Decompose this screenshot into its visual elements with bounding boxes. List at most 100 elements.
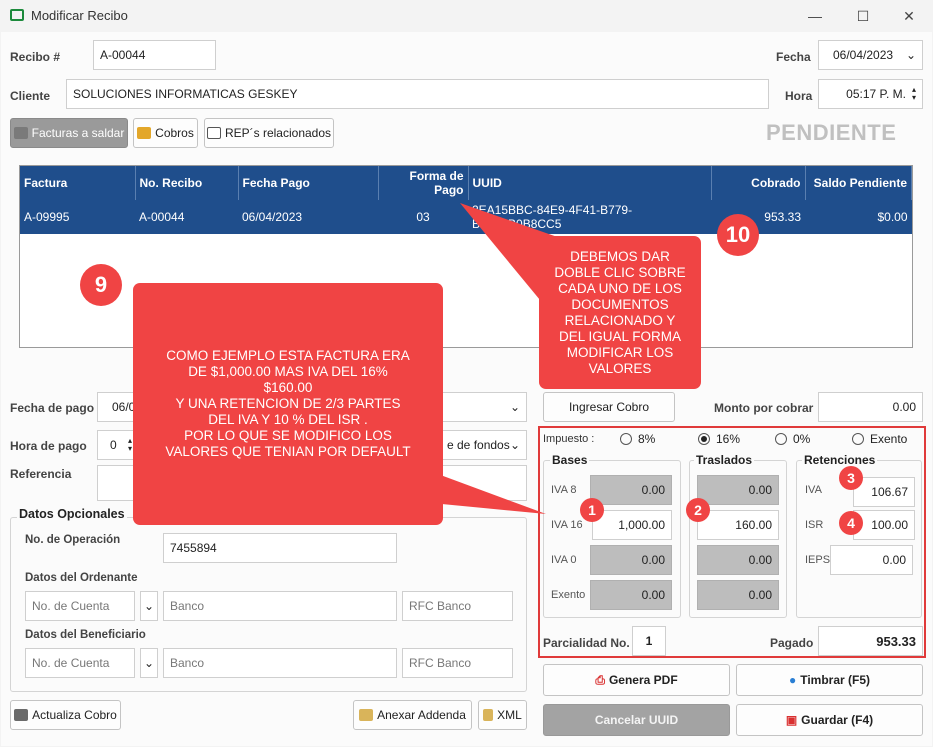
hora-pago-value: 0 xyxy=(110,438,117,452)
annotation-badge-1: 1 xyxy=(580,498,604,522)
column-header[interactable]: Factura xyxy=(20,166,136,200)
column-header[interactable]: Saldo Pendiente xyxy=(805,166,912,200)
table-row[interactable]: A-09995 A-00044 06/04/2023 03 2EA15BBC-8… xyxy=(20,200,912,234)
ordenante-label: Datos del Ordenante xyxy=(25,572,138,584)
base-label: IVA 0 xyxy=(551,554,577,566)
radio-0[interactable]: 0% xyxy=(775,432,810,446)
guardar-button[interactable]: ▣ Guardar (F4) xyxy=(736,704,923,736)
documents-table: Factura No. Recibo Fecha Pago Forma de P… xyxy=(20,166,912,234)
retenciones-title: Retenciones xyxy=(802,453,878,467)
chevron-down-icon[interactable]: ⌄ xyxy=(140,648,158,678)
recibo-label: Recibo # xyxy=(10,50,61,64)
bases-title: Bases xyxy=(550,453,590,467)
spinner-icon[interactable]: ▴ ▾ xyxy=(912,86,916,102)
fecha-pago-label: Fecha de pago xyxy=(10,401,95,415)
table-cell: 03 xyxy=(378,200,468,234)
callout-line: DOBLE CLIC SOBRE xyxy=(554,264,686,280)
recibo-input[interactable]: A-00044 xyxy=(93,40,216,70)
document-icon xyxy=(359,709,374,721)
timbrar-label: Timbrar (F5) xyxy=(800,673,871,687)
cobros-label: Cobros xyxy=(155,126,194,140)
operacion-label: No. de Operación xyxy=(25,534,121,546)
datos-opcionales-title: Datos Opcionales xyxy=(17,507,127,521)
hora-input[interactable]: 05:17 P. M. ▴ ▾ xyxy=(818,79,923,109)
chevron-down-icon[interactable]: ⌄ xyxy=(510,438,520,452)
callout-line: VALORES QUE TENIAN POR DEFAULT xyxy=(165,444,411,459)
fecha-picker[interactable]: 06/04/2023 ⌄ xyxy=(818,40,923,70)
radio-icon xyxy=(852,433,864,445)
spinner-icon[interactable]: ▴ ▾ xyxy=(128,437,132,453)
anexar-addenda-button[interactable]: Anexar Addenda xyxy=(353,700,472,730)
operacion-input[interactable]: 7455894 xyxy=(163,533,397,563)
callout-left: COMO EJEMPLO ESTA FACTURA ERA DE $1,000.… xyxy=(133,283,443,525)
ordenante-banco-input[interactable]: Banco xyxy=(163,591,397,621)
table-cell: $0.00 xyxy=(805,200,912,234)
base-label: IVA 8 xyxy=(551,484,577,496)
column-header[interactable]: Cobrado xyxy=(711,166,806,200)
actualiza-cobro-button[interactable]: Actualiza Cobro xyxy=(10,700,121,730)
window-icon xyxy=(10,9,24,21)
close-button[interactable]: ✕ xyxy=(886,4,932,28)
column-header[interactable]: Forma de Pago xyxy=(378,166,469,200)
radio-16[interactable]: 16% xyxy=(698,432,740,446)
cliente-input[interactable]: SOLUCIONES INFORMATICAS GESKEY xyxy=(66,79,769,109)
xml-button[interactable]: XML xyxy=(478,700,527,730)
forma-pago-select[interactable]: e de fondos ⌄ xyxy=(440,430,527,460)
column-header[interactable]: No. Recibo xyxy=(135,166,239,200)
radio-exento[interactable]: Exento xyxy=(852,432,907,446)
minimize-button[interactable]: — xyxy=(792,4,838,28)
chevron-down-icon[interactable]: ⌄ xyxy=(140,591,158,621)
beneficiario-rfc-input[interactable]: RFC Banco xyxy=(402,648,513,678)
annotation-badge-9: 9 xyxy=(80,264,122,306)
file-icon xyxy=(483,709,494,721)
callout-line: POR LO QUE SE MODIFICO LOS xyxy=(184,428,392,443)
ordenante-cuenta-input[interactable]: No. de Cuenta xyxy=(25,591,135,621)
radio-selected-icon xyxy=(698,433,710,445)
table-cell: A-00044 xyxy=(135,200,238,234)
callout-line: DEL IGUAL FORMA xyxy=(558,328,682,344)
base-label: IVA 16 xyxy=(551,519,583,531)
traslado-iva16-field[interactable]: 160.00 xyxy=(697,510,779,540)
base-label: Exento xyxy=(551,589,586,601)
beneficiario-cuenta-input[interactable]: No. de Cuenta xyxy=(25,648,135,678)
hora-value: 05:17 P. M. xyxy=(846,87,906,101)
radio-8[interactable]: 8% xyxy=(620,432,655,446)
maximize-button[interactable]: ☐ xyxy=(840,4,886,28)
cancelar-uuid-button[interactable]: Cancelar UUID xyxy=(543,704,730,736)
forma-pago-value: e de fondos xyxy=(447,438,510,452)
retencion-label: IVA xyxy=(805,484,822,496)
annotation-badge-10: 10 xyxy=(717,214,759,256)
tree-icon xyxy=(206,127,221,139)
table-header-row: Factura No. Recibo Fecha Pago Forma de P… xyxy=(20,166,912,200)
timbrar-button[interactable]: ● Timbrar (F5) xyxy=(736,664,923,696)
base-iva8-field: 0.00 xyxy=(590,475,672,505)
column-header[interactable]: Fecha Pago xyxy=(238,166,379,200)
cobros-button[interactable]: Cobros xyxy=(133,118,198,148)
ingresar-cobro-button[interactable]: Ingresar Cobro xyxy=(543,392,675,422)
impuesto-label: Impuesto : xyxy=(543,433,595,445)
monto-input[interactable]: 0.00 xyxy=(818,392,923,422)
referencia-label: Referencia xyxy=(10,467,72,481)
column-header[interactable]: UUID xyxy=(468,166,712,200)
retencion-label: IEPS xyxy=(805,554,831,566)
base-iva16-field[interactable]: 1,000.00 xyxy=(592,510,672,540)
chevron-down-icon[interactable]: ⌄ xyxy=(906,48,916,62)
genera-pdf-button[interactable]: ⎙ Genera PDF xyxy=(543,664,730,696)
radio-exento-label: Exento xyxy=(870,432,908,446)
hora-pago-label: Hora de pago xyxy=(10,439,87,453)
callout-line: Y UNA RETENCION DE 2/3 PARTES xyxy=(175,396,401,411)
rep-relacionados-button[interactable]: REP´s relacionados xyxy=(204,118,334,148)
parcialidad-label: Parcialidad No. xyxy=(543,636,630,650)
xml-label: XML xyxy=(497,708,522,722)
retencion-ieps-field[interactable]: 0.00 xyxy=(830,545,913,575)
ordenante-rfc-input[interactable]: RFC Banco xyxy=(402,591,513,621)
cliente-label: Cliente xyxy=(10,89,51,103)
beneficiario-banco-input[interactable]: Banco xyxy=(163,648,397,678)
callout-line: DEBEMOS DAR xyxy=(570,248,670,264)
facturas-saldar-button[interactable]: Facturas a saldar xyxy=(10,118,128,148)
chevron-down-icon[interactable]: ⌄ xyxy=(510,400,520,414)
parcialidad-input[interactable]: 1 xyxy=(632,626,666,656)
printer-icon: ⎙ xyxy=(595,672,605,687)
anexar-addenda-label: Anexar Addenda xyxy=(377,708,466,722)
radio-8-label: 8% xyxy=(638,432,656,446)
